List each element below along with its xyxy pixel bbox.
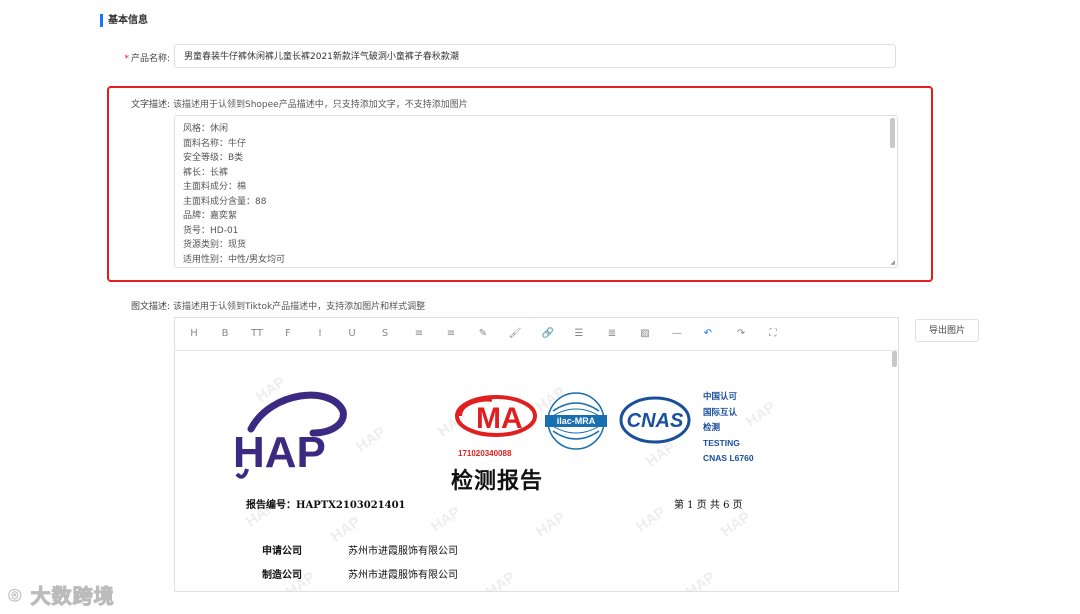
underline-icon[interactable]: U (344, 327, 360, 341)
editor-toolbar: H B TT F I U S ≡ ≡ ✎ 🖌 🔗 ☰ ≣ ▨ — ↶ ↷ ⛶ (175, 318, 898, 351)
description-line: 主面料成分：棉 (183, 182, 247, 192)
list-icon[interactable]: ☰ (571, 327, 587, 341)
cnas-cert-text: 中国认可国际互认检测 TESTING CNAS L6760 (703, 389, 754, 467)
resize-handle-icon[interactable]: ◢ (890, 259, 895, 266)
export-image-button[interactable]: 导出图片 (915, 319, 979, 342)
watermark: HAP (532, 508, 569, 541)
brand-watermark: ʘ 大数跨境 (8, 580, 115, 609)
cma-number: 171020340088 (458, 449, 512, 458)
manufacturer-value: 苏州市进霞服饰有限公司 (348, 570, 458, 581)
page-info: 第 1 页 共 6 页 (674, 500, 743, 511)
line-height-icon[interactable]: ≡ (443, 327, 459, 341)
product-name-input[interactable]: 男童春装牛仔裤休闲裤儿童长裤2021新款洋气破洞小童裤子春秋款潮 (174, 44, 896, 68)
font-size-icon[interactable]: TT (249, 327, 265, 341)
heading-icon[interactable]: H (186, 327, 202, 341)
description-line: 货源类别：现货 (183, 240, 247, 250)
strikethrough-icon[interactable]: S (377, 327, 393, 341)
test-report-image: HAP HAP HAP HAP HAP HAP HAP HAP HAP HAP … (175, 351, 895, 592)
textarea-scrollbar[interactable] (890, 118, 895, 148)
font-family-icon[interactable]: F (280, 327, 296, 341)
font-color-icon[interactable]: ✎ (475, 327, 491, 341)
watermark: HAP (327, 513, 364, 546)
hap-logo: HAP (233, 391, 347, 479)
brand-logo-icon: ʘ (8, 586, 23, 606)
description-line: 主面料成分含量：88 (183, 196, 267, 207)
report-number: 报告编号：HAPTX2103021401 (246, 500, 406, 511)
product-name-label: * 产品名称: (100, 51, 170, 64)
cert-line: CNAS L6760 (703, 453, 754, 463)
ilac-mra-mark: ilac-MRA (545, 392, 607, 450)
cert-line: 中国认可 (703, 391, 738, 401)
section-title: 基本信息 (100, 14, 148, 27)
cnas-text: CNAS (627, 410, 684, 432)
rich-description-hint: 该描述用于认领到Tiktok产品描述中，支持添加图片和样式调整 (173, 302, 426, 312)
watermark: HAP (632, 503, 669, 536)
description-line: 适用性别：中性/男女均可 (183, 254, 286, 265)
brand-watermark-text: 大数跨境 (30, 584, 115, 609)
cert-line: 国际互认 (703, 406, 738, 417)
description-line: 安全等级：B类 (183, 153, 244, 163)
image-icon[interactable]: ▨ (637, 327, 653, 341)
italic-icon[interactable]: I (312, 327, 328, 341)
required-mark: * (124, 54, 129, 64)
report-title: 检测报告 (451, 468, 544, 494)
text-description-label: 文字描述: (130, 100, 170, 110)
redo-icon[interactable]: ↷ (733, 327, 749, 341)
background-color-icon[interactable]: 🖌 (507, 327, 523, 341)
text-description-hint: 该描述用于认领到Shopee产品描述中，只支持添加文字，不支持添加图片 (173, 100, 468, 110)
link-icon[interactable]: 🔗 (540, 327, 556, 341)
cma-mark: MA (455, 395, 537, 437)
description-line: 货号：HD-01 (183, 225, 239, 236)
manufacturer-label: 制造公司 (262, 570, 302, 581)
watermark: HAP (717, 508, 754, 541)
rich-text-editor[interactable]: H B TT F I U S ≡ ≡ ✎ 🖌 🔗 ☰ ≣ ▨ — ↶ ↷ ⛶ HAP HAP HAP HAP HAP… (174, 317, 899, 592)
fullscreen-icon[interactable]: ⛶ (765, 327, 781, 341)
cnas-mark: CNAS (619, 396, 691, 444)
cert-line: TESTING (703, 437, 740, 448)
watermark: HAP (682, 568, 719, 592)
description-line: 面料名称：牛仔 (183, 138, 247, 149)
product-name-label-text: 产品名称: (130, 54, 170, 64)
divider-icon[interactable]: — (669, 327, 685, 341)
bold-icon[interactable]: B (217, 327, 233, 341)
description-line: 裤长：长裤 (183, 167, 229, 178)
watermark: HAP (482, 568, 519, 592)
applicant-value: 苏州市进霞服饰有限公司 (348, 546, 458, 557)
applicant-label: 申请公司 (262, 546, 302, 557)
indent-icon[interactable]: ≡ (411, 327, 427, 341)
watermark: HAP (352, 423, 389, 456)
description-line: 品牌：嘉奕絮 (183, 211, 238, 221)
align-icon[interactable]: ≣ (604, 327, 620, 341)
watermark: HAP (427, 503, 464, 536)
ilac-text: ilac-MRA (557, 416, 596, 426)
rich-description-label: 图文描述: (130, 302, 170, 312)
cert-line: 检测 (703, 422, 721, 432)
cma-text: MA (476, 402, 523, 435)
description-line: 风格：休闲 (183, 124, 229, 134)
text-description-textarea[interactable]: 风格：休闲面料名称：牛仔 安全等级：B类 裤长：长裤主面料成分：棉主面料成分含量：8… (174, 115, 898, 268)
undo-icon[interactable]: ↶ (700, 327, 716, 341)
